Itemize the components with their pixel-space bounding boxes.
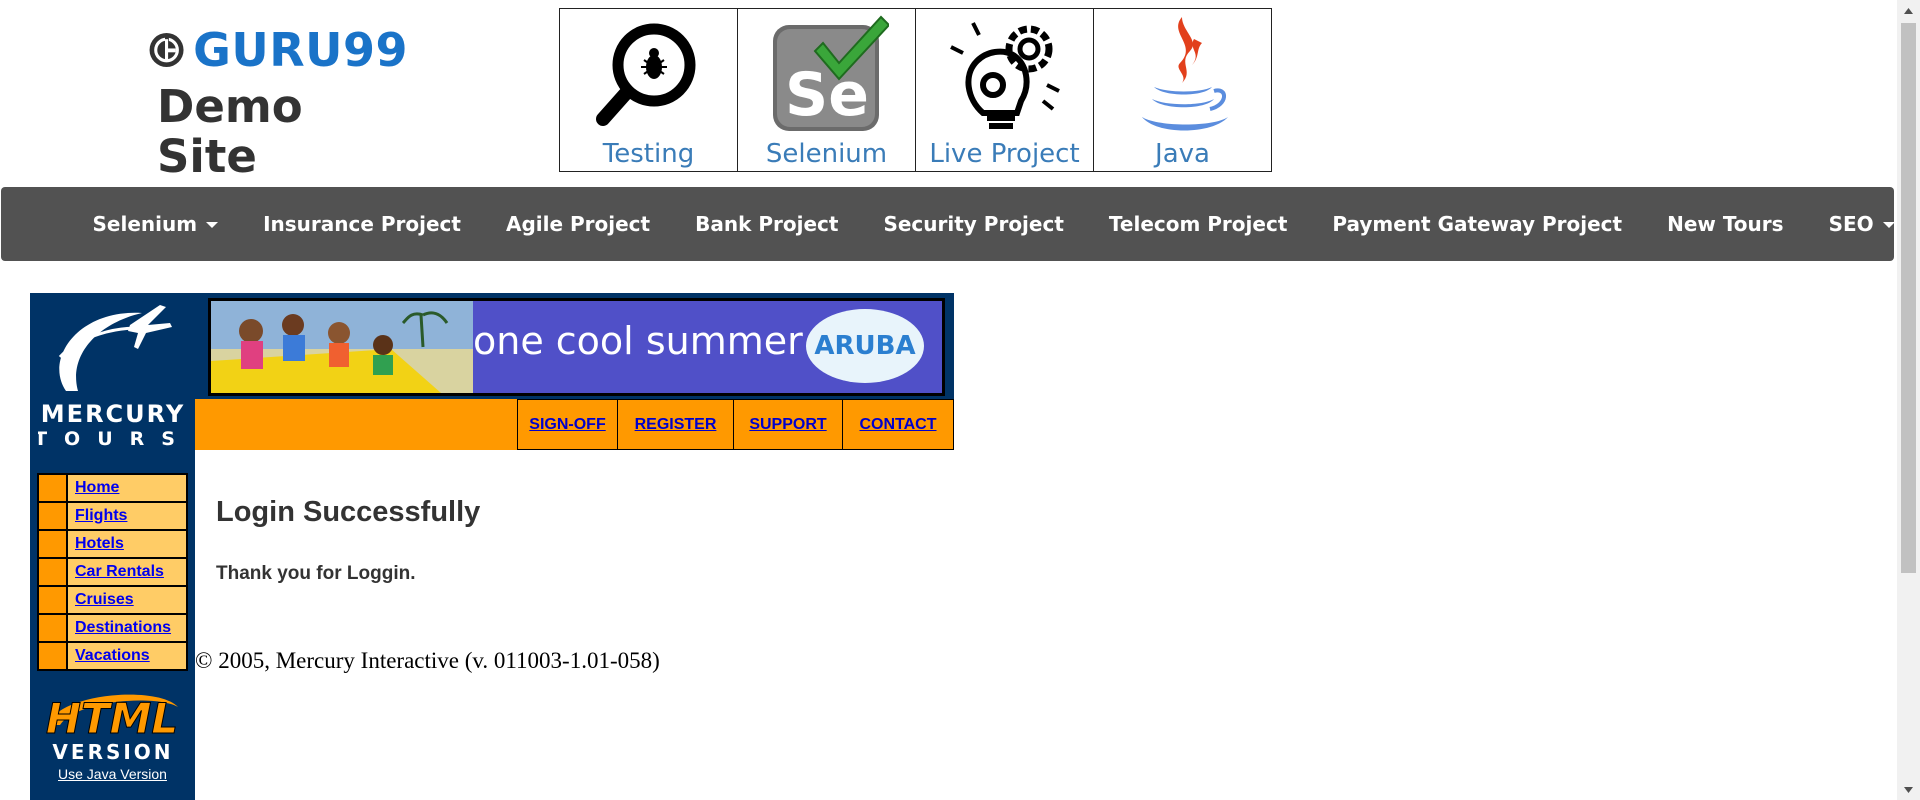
nav-item-new-tours[interactable]: New Tours bbox=[1645, 212, 1806, 236]
tile-live-project[interactable]: Live Project bbox=[916, 9, 1094, 171]
top-link-cell: SUPPORT bbox=[734, 400, 843, 449]
html-version-badge: HTML VERSION bbox=[45, 694, 178, 765]
top-link-cell: REGISTER bbox=[618, 400, 734, 449]
tile-selenium[interactable]: Se Selenium bbox=[738, 9, 916, 171]
caret-down-icon bbox=[1882, 222, 1895, 228]
tile-java[interactable]: Java bbox=[1094, 9, 1271, 171]
menu-item-car-rentals: Car Rentals bbox=[39, 559, 186, 585]
course-tiles: Testing Se Selenium Live Project Java bbox=[559, 8, 1272, 172]
menu-item-home: Home bbox=[39, 475, 186, 501]
tile-label: Java bbox=[1155, 139, 1210, 169]
site-title: Demo Site bbox=[157, 80, 303, 183]
scroll-up-arrow-icon[interactable] bbox=[1897, 0, 1920, 21]
caret-down-icon bbox=[206, 222, 219, 228]
html-version-line2: VERSION bbox=[52, 740, 173, 764]
menu-item-flights: Flights bbox=[39, 503, 186, 529]
nav-item-bank-project[interactable]: Bank Project bbox=[673, 212, 861, 236]
tile-testing[interactable]: Testing bbox=[560, 9, 738, 171]
mercury-sidebar: MERCURY TOURS Home Flights Hotels Car Re… bbox=[30, 293, 195, 800]
nav-item-telecom-project[interactable]: Telecom Project bbox=[1086, 212, 1309, 236]
tile-label: Testing bbox=[602, 139, 695, 169]
sign-off-link[interactable]: SIGN-OFF bbox=[529, 416, 605, 434]
menu-link-vacations[interactable]: Vacations bbox=[75, 647, 150, 665]
menu-item-hotels: Hotels bbox=[39, 531, 186, 557]
banner-text: one cool summer bbox=[473, 319, 803, 363]
lightbulb-gears-icon bbox=[949, 22, 1060, 129]
brand-name: GURU99 bbox=[193, 23, 408, 77]
menu-link-cruises[interactable]: Cruises bbox=[75, 591, 134, 609]
nav-item-selenium[interactable]: Selenium bbox=[70, 212, 241, 236]
nav-item-insurance-project[interactable]: Insurance Project bbox=[241, 212, 484, 236]
mercury-side-menu: Home Flights Hotels Car Rentals Cruises … bbox=[37, 473, 188, 671]
html-version-line1: HTML bbox=[46, 694, 178, 743]
selenium-logo-icon: Se bbox=[772, 15, 889, 131]
menu-link-car-rentals[interactable]: Car Rentals bbox=[75, 563, 164, 581]
tile-label: Live Project bbox=[929, 139, 1080, 169]
main-navbar: Selenium Insurance Project Agile Project… bbox=[1, 187, 1895, 261]
vertical-scrollbar[interactable] bbox=[1897, 0, 1920, 800]
menu-item-cruises: Cruises bbox=[39, 587, 186, 613]
aruba-banner[interactable]: one cool summer ARUBA bbox=[208, 298, 945, 396]
mercury-logo-line2: TOURS bbox=[38, 428, 188, 449]
aruba-logo: ARUBA bbox=[806, 309, 924, 383]
guru99-logo[interactable]: GURU99 Demo Site bbox=[148, 26, 408, 181]
login-success-heading: Login Successfully bbox=[216, 496, 481, 528]
mercury-top-links: SIGN-OFF REGISTER SUPPORT CONTACT bbox=[517, 399, 954, 450]
menu-link-flights[interactable]: Flights bbox=[75, 507, 127, 525]
magnifier-bug-icon bbox=[595, 23, 695, 126]
mercury-logo-line1: MERCURY bbox=[41, 400, 185, 428]
nav-item-label: SEO bbox=[1828, 212, 1874, 236]
aruba-logo-text: ARUBA bbox=[814, 331, 916, 361]
menu-item-vacations: Vacations bbox=[39, 643, 186, 669]
mercury-tours-logo[interactable]: MERCURY TOURS bbox=[38, 299, 188, 449]
scroll-down-arrow-icon[interactable] bbox=[1897, 779, 1920, 800]
nav-item-payment-gateway-project[interactable]: Payment Gateway Project bbox=[1310, 212, 1645, 236]
nav-item-agile-project[interactable]: Agile Project bbox=[483, 212, 672, 236]
login-success-message: Thank you for Loggin. bbox=[216, 563, 416, 584]
copyright-text: © 2005, Mercury Interactive (v. 011003-1… bbox=[195, 648, 660, 673]
java-cup-icon bbox=[1141, 17, 1228, 131]
nav-item-security-project[interactable]: Security Project bbox=[861, 212, 1086, 236]
register-link[interactable]: REGISTER bbox=[635, 416, 717, 434]
menu-link-home[interactable]: Home bbox=[75, 479, 119, 497]
top-link-cell: SIGN-OFF bbox=[518, 400, 618, 449]
support-link[interactable]: SUPPORT bbox=[749, 416, 826, 434]
menu-item-destinations: Destinations bbox=[39, 615, 186, 641]
contact-link[interactable]: CONTACT bbox=[859, 416, 936, 434]
top-link-cell: CONTACT bbox=[843, 400, 953, 449]
tile-label: Selenium bbox=[765, 139, 888, 169]
menu-link-hotels[interactable]: Hotels bbox=[75, 535, 124, 553]
svg-text:Se: Se bbox=[785, 60, 869, 130]
nav-item-label: Selenium bbox=[92, 212, 198, 236]
beach-photo bbox=[211, 301, 473, 393]
guru99-logo-icon bbox=[149, 32, 184, 68]
use-java-version-link[interactable]: Use Java Version bbox=[30, 766, 195, 782]
scrollbar-thumb[interactable] bbox=[1901, 23, 1916, 573]
menu-link-destinations[interactable]: Destinations bbox=[75, 619, 171, 637]
